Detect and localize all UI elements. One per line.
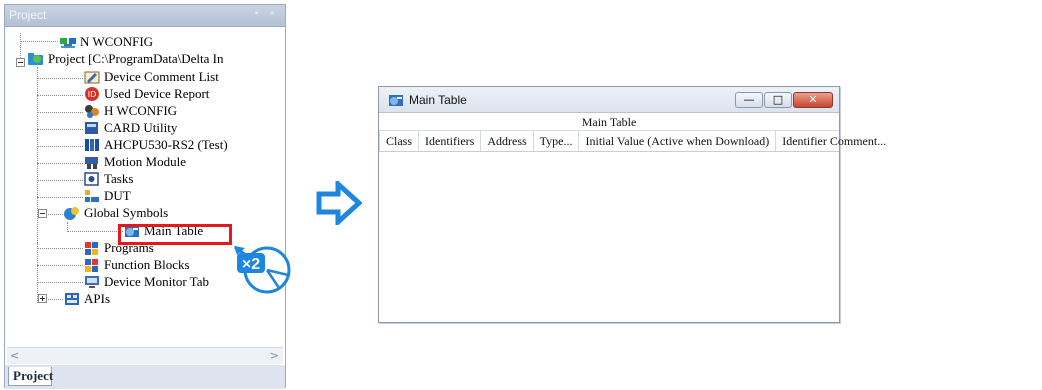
tree-label: Device Comment List: [104, 68, 219, 84]
tree-line: [37, 78, 83, 79]
column-header-identifier-comment[interactable]: Identifier Comment...: [776, 131, 892, 151]
maximize-icon: □: [772, 93, 784, 106]
network-config-icon: [60, 37, 76, 48]
used-device-report-icon: ID: [85, 86, 99, 101]
tree-item-function-blocks[interactable]: Function Blocks: [83, 256, 190, 273]
tree-line: [37, 248, 83, 249]
svg-text:ID: ID: [88, 90, 97, 99]
tree-label: Project [C:\ProgramData\Delta In: [48, 50, 224, 66]
maximize-button[interactable]: □: [764, 92, 792, 108]
tree-label: APIs: [84, 290, 111, 306]
cpu-module-icon: [85, 138, 99, 151]
project-panel-titlebar: Project ▪ ×: [5, 5, 285, 27]
window-titlebar[interactable]: Main Table — □ ✕: [379, 87, 839, 113]
device-monitor-icon: [85, 275, 99, 288]
tree-label: Used Device Report: [104, 85, 210, 101]
dut-icon: [85, 189, 99, 202]
panel-pin-close-icons[interactable]: ▪ ×: [255, 8, 279, 19]
tree-line: [37, 197, 83, 198]
motion-module-icon: [85, 156, 98, 169]
apis-icon: [65, 292, 79, 305]
tree-item-apis[interactable]: APIs: [63, 290, 110, 307]
tree-line: [37, 112, 83, 113]
global-symbols-icon: [64, 206, 79, 220]
scroll-right-icon[interactable]: >: [270, 349, 279, 362]
tree-label: Global Symbols: [84, 204, 169, 220]
tree-label: H WCONFIG: [104, 102, 178, 118]
close-button[interactable]: ✕: [793, 92, 833, 108]
tree-line: [20, 41, 58, 42]
table-caption: Main Table: [581, 115, 637, 129]
tree-item-tasks[interactable]: Tasks: [83, 170, 133, 187]
tree-label: Function Blocks: [104, 256, 190, 272]
table-header: Class Identifiers Address Type... Initia…: [379, 130, 886, 152]
tree-item-project-root[interactable]: Project [C:\ProgramData\Delta In: [27, 50, 223, 67]
column-header-identifiers[interactable]: Identifiers: [419, 131, 482, 151]
minimize-button[interactable]: —: [735, 92, 763, 108]
tree-line: [37, 163, 83, 164]
tree-item-used-device-report[interactable]: ID Used Device Report: [83, 85, 209, 102]
tree-label: Device Monitor Tab: [104, 273, 209, 289]
double-click-marker: ×2: [234, 245, 291, 294]
tree-line: [37, 282, 83, 283]
programs-icon: [85, 241, 98, 255]
tree-line: [67, 231, 123, 232]
horizontal-scrollbar[interactable]: < >: [7, 347, 283, 364]
main-table-icon: [389, 95, 403, 106]
x2-badge-text: ×2: [242, 256, 260, 273]
right-arrow-icon: [316, 181, 362, 225]
tree-item-card-utility[interactable]: CARD Utility: [83, 119, 177, 136]
collapse-project-toggle[interactable]: [16, 58, 25, 67]
function-blocks-icon: [85, 258, 98, 272]
hardware-config-icon: [85, 104, 99, 118]
tree-line: [37, 180, 83, 181]
tree-item-cpu[interactable]: AHCPU530-RS2 (Test): [83, 136, 228, 153]
tree-item-device-monitor-table[interactable]: Device Monitor Tab: [83, 273, 209, 290]
main-table-highlight-box: [118, 224, 232, 245]
column-header-initial-value[interactable]: Initial Value (Active when Download): [579, 131, 777, 151]
tree-line: [37, 265, 83, 266]
tasks-icon: [84, 171, 99, 186]
tab-project[interactable]: Project: [8, 367, 53, 386]
expand-apis-toggle[interactable]: [38, 294, 47, 303]
tree-label: Motion Module: [104, 153, 186, 169]
tree-label: N WCONFIG: [80, 33, 154, 49]
card-utility-icon: [85, 121, 98, 134]
collapse-global-symbols-toggle[interactable]: [38, 209, 47, 218]
tree-line: [37, 129, 83, 130]
tree-line: [37, 95, 83, 96]
column-header-address[interactable]: Address: [481, 131, 534, 151]
column-header-class[interactable]: Class: [380, 131, 420, 151]
tree-label: AHCPU530-RS2 (Test): [104, 136, 228, 152]
tree-item-motion-module[interactable]: Motion Module: [83, 153, 186, 170]
tree-item-hwconfig[interactable]: H WCONFIG: [83, 102, 177, 119]
scroll-left-icon[interactable]: <: [10, 349, 19, 362]
comment-list-icon: [84, 71, 100, 83]
close-icon: ✕: [808, 93, 818, 106]
tree-item-device-comment-list[interactable]: Device Comment List: [83, 68, 219, 85]
project-panel: Project ▪ × N WCONFIG Project [C:\Progra…: [4, 4, 286, 389]
tree-item-dut[interactable]: DUT: [83, 187, 131, 204]
project-folder-icon: [28, 52, 43, 65]
project-panel-title: Project: [9, 8, 47, 22]
tree-item-nwconfig[interactable]: N WCONFIG: [59, 33, 153, 50]
tree-item-global-symbols[interactable]: Global Symbols: [63, 204, 168, 221]
tree-label: Tasks: [104, 170, 134, 186]
tree-label: DUT: [104, 187, 131, 203]
minimize-icon: —: [743, 93, 755, 106]
tree-label: CARD Utility: [104, 119, 178, 135]
column-header-type[interactable]: Type...: [534, 131, 580, 151]
window-title: Main Table: [409, 93, 467, 107]
table-body[interactable]: [379, 152, 839, 322]
main-table-window: Main Table — □ ✕ Main Table Class Identi…: [378, 86, 886, 323]
tree-line: [37, 146, 83, 147]
